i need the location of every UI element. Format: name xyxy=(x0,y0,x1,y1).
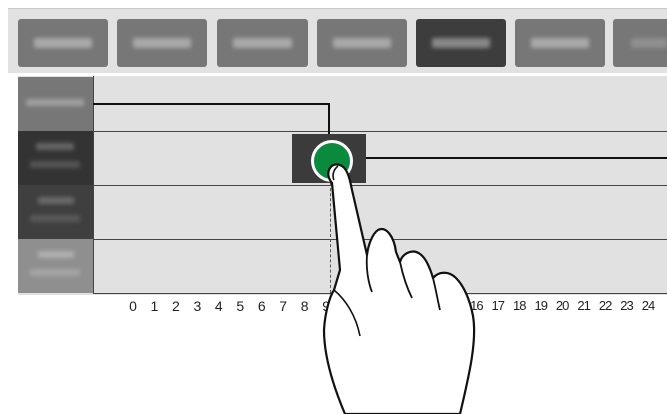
app-screen: 0123456789101112131415161718192021222324 xyxy=(0,0,667,414)
pointing-hand-icon xyxy=(322,163,476,414)
